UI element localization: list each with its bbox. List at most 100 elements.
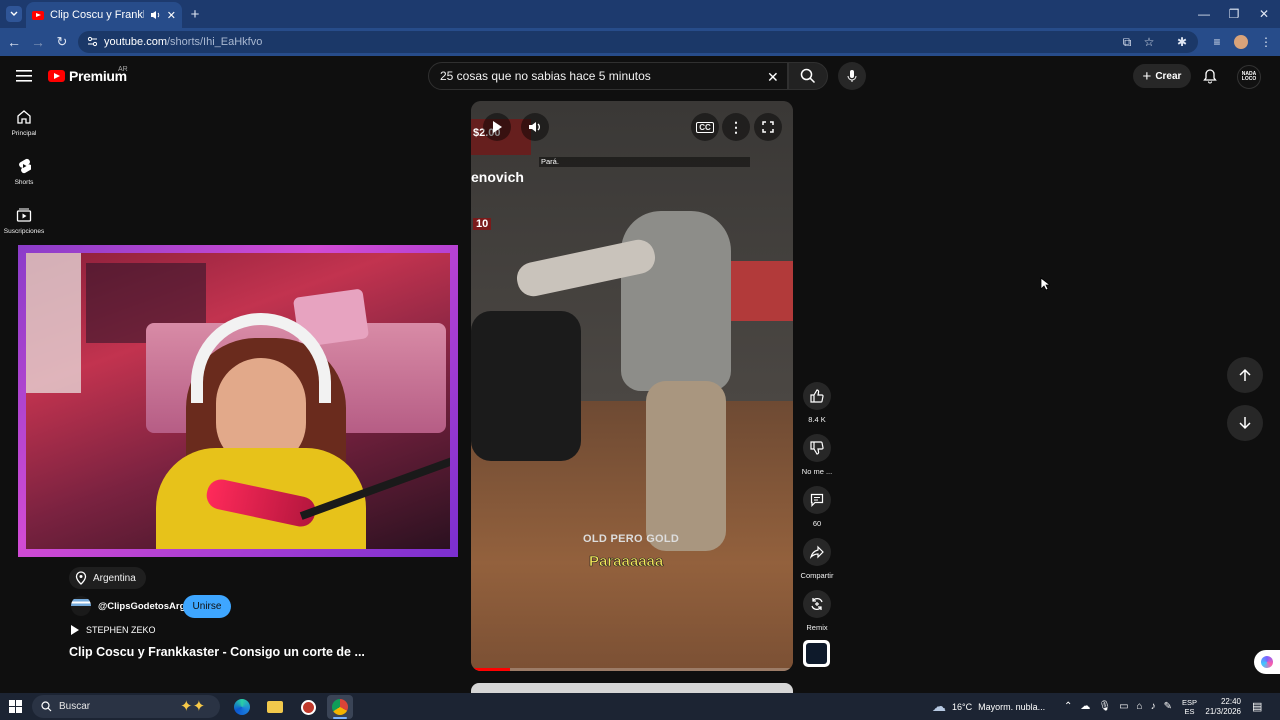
account-avatar[interactable]: NADA LOCO (1237, 65, 1261, 89)
install-app-icon[interactable]: ⧉ (1119, 34, 1135, 50)
location-chip[interactable]: Argentina (69, 567, 146, 589)
dislike-button[interactable] (803, 434, 831, 462)
tab-search-button[interactable] (6, 6, 22, 22)
language-indicator[interactable]: ESP ES (1182, 693, 1197, 720)
clock[interactable]: 22:40 21/3/2026 (1203, 693, 1241, 720)
clock-time: 22:40 (1220, 696, 1241, 706)
progress-bar[interactable] (471, 668, 793, 671)
taskbar-file-explorer[interactable] (262, 695, 288, 719)
comment-count: 60 (812, 519, 822, 528)
media-control-icon[interactable]: ≡ (1209, 34, 1225, 50)
weather-cloud-icon: ☁ (932, 698, 946, 714)
minimize-button[interactable]: — (1196, 6, 1212, 22)
window-close-button[interactable]: ✕ (1256, 6, 1272, 22)
sound-thumbnail[interactable] (803, 640, 830, 667)
address-bar[interactable]: youtube.com/shorts/Ihi_EaHkfvo (78, 31, 1198, 53)
notifications-tray[interactable]: ▤ (1252, 693, 1262, 720)
previous-short-button[interactable] (1227, 357, 1263, 393)
edge-icon (234, 699, 250, 715)
channel-handle[interactable]: @ClipsGodetosArg (98, 601, 185, 612)
short-title[interactable]: Clip Coscu y Frankkaster - Consigo un co… (69, 645, 365, 659)
system-tray-icons[interactable]: ⌃ ☁ 🎙 ▭ ⌂ ♪ ✎ (1064, 693, 1172, 720)
join-button[interactable]: Unirse (183, 595, 231, 618)
start-button[interactable] (9, 700, 22, 713)
taskbar-chrome[interactable] (327, 695, 353, 719)
display-icon[interactable]: ▭ (1119, 701, 1128, 712)
next-short-button[interactable] (1227, 405, 1263, 441)
taskbar-search-box[interactable]: Buscar ✦✦ (32, 695, 220, 718)
country-code: AR (118, 66, 128, 73)
app-circle-icon (300, 699, 316, 715)
chrome-active-indicator (333, 717, 347, 719)
bookmark-star-icon[interactable]: ☆ (1141, 34, 1157, 50)
shorts-video-player[interactable]: $2.00 enovich 10 Pará. OLD PERO GOLD Par… (471, 101, 793, 671)
comments-button[interactable] (803, 486, 831, 514)
browser-tab-bar: Clip Coscu y Frankkaster - C ✕ + — ❐ ✕ (0, 0, 1280, 28)
channel-avatar[interactable] (71, 596, 91, 616)
join-label: Unirse (192, 601, 222, 612)
more-options-button[interactable]: ⋮ (722, 113, 750, 141)
taskbar-edge[interactable] (229, 695, 255, 719)
onedrive-icon[interactable]: ☁ (1080, 701, 1090, 712)
dislike-action[interactable]: No me ... (798, 434, 836, 476)
chair (471, 311, 581, 461)
voice-search-button[interactable] (838, 62, 866, 90)
new-tab-button[interactable]: + (186, 5, 204, 23)
copilot-side-button[interactable] (1254, 650, 1280, 674)
browser-tab-active[interactable]: Clip Coscu y Frankkaster - C ✕ (26, 2, 182, 28)
next-short-preview[interactable] (471, 683, 793, 693)
chrome-menu-icon[interactable]: ⋮ (1260, 34, 1272, 50)
location-text: Argentina (93, 572, 136, 584)
rail-item-shorts[interactable]: Shorts (0, 158, 48, 186)
volume-button[interactable] (521, 113, 549, 141)
notifications-bell-icon[interactable] (1202, 68, 1218, 84)
search-input[interactable]: 25 cosas que no sabias hace 5 minutos ✕ (428, 62, 788, 90)
expand-icon (762, 121, 774, 133)
comments-action[interactable]: 60 (798, 486, 836, 528)
extensions-icon[interactable]: ✱ (1174, 34, 1190, 50)
youtube-favicon-icon (32, 10, 44, 20)
captions-button[interactable]: CC (691, 113, 719, 141)
pen-icon[interactable]: ✎ (1164, 701, 1172, 712)
clock-date: 21/3/2026 (1205, 706, 1241, 716)
speaker-icon[interactable] (150, 10, 161, 20)
share-arrow-icon (810, 545, 824, 559)
forward-button[interactable]: → (30, 34, 46, 50)
back-button[interactable]: ← (6, 34, 22, 50)
watermark-text: OLD PERO GOLD (583, 533, 680, 545)
site-info-icon[interactable] (87, 36, 98, 47)
chevron-up-icon[interactable]: ⌃ (1064, 701, 1072, 712)
taskbar-search-label: Buscar (59, 701, 91, 712)
profile-avatar[interactable] (1234, 35, 1248, 49)
remix-button[interactable] (803, 590, 831, 618)
taskbar-app-3[interactable] (295, 695, 321, 719)
weather-widget[interactable]: ☁ 16°C Mayorm. nubla... (932, 693, 1045, 720)
share-action[interactable]: Compartir (798, 538, 836, 580)
rail-item-home[interactable]: Principal (0, 109, 48, 137)
share-label: Compartir (800, 571, 834, 580)
remix-action[interactable]: Remix (798, 590, 836, 632)
microphone-tray-icon[interactable]: 🎙 (1098, 701, 1111, 712)
play-button[interactable] (483, 113, 511, 141)
hamburger-menu-icon[interactable] (16, 69, 32, 83)
clear-search-icon[interactable]: ✕ (767, 69, 779, 86)
network-icon[interactable]: ⌂ (1137, 701, 1143, 712)
tab-close-icon[interactable]: ✕ (167, 9, 176, 22)
lang-bottom: ES (1184, 706, 1195, 716)
shorts-icon (19, 158, 31, 174)
rail-item-subscriptions[interactable]: Suscripciones (0, 207, 48, 235)
like-button[interactable] (803, 382, 831, 410)
restore-button[interactable]: ❐ (1226, 6, 1242, 22)
create-button[interactable]: + Crear (1133, 64, 1191, 88)
music-row[interactable]: STEPHEN ZEKO (70, 624, 156, 636)
reload-button[interactable]: ↻ (54, 34, 70, 50)
volume-tray-icon[interactable]: ♪ (1151, 701, 1156, 712)
url-host: youtube.com (104, 36, 167, 48)
like-action[interactable]: 8.4 K (798, 382, 836, 424)
share-button[interactable] (803, 538, 831, 566)
search-button[interactable] (788, 62, 828, 90)
fullscreen-button[interactable] (754, 113, 782, 141)
comment-icon (810, 493, 824, 507)
youtube-premium-logo[interactable]: Premium AR (48, 66, 128, 84)
rail-label-shorts: Shorts (14, 179, 34, 186)
